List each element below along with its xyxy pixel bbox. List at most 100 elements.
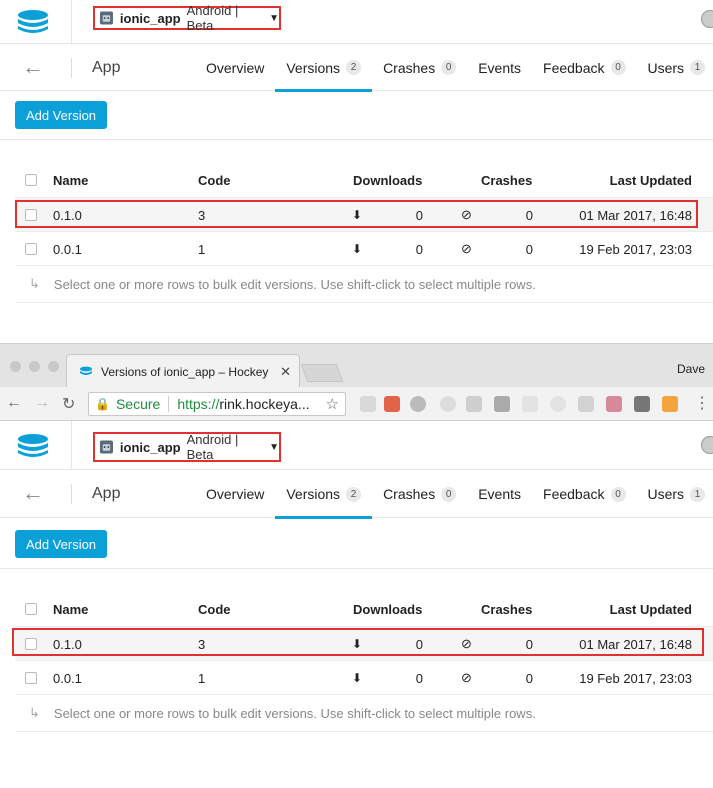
- hockeyapp-logo-icon[interactable]: [16, 433, 50, 459]
- omnibox-divider: [168, 396, 170, 412]
- tab-overview[interactable]: Overview: [195, 470, 275, 518]
- tab-events[interactable]: Events: [467, 470, 532, 518]
- column-header-crashes[interactable]: Crashes: [481, 592, 532, 626]
- row-highlight-box: [15, 200, 698, 228]
- close-tab-icon[interactable]: ✕: [280, 364, 291, 380]
- column-header-last-updated[interactable]: Last Updated: [610, 592, 692, 626]
- extension-icon[interactable]: [466, 396, 482, 412]
- tab-count-badge: 1: [690, 60, 706, 75]
- avatar[interactable]: [701, 10, 713, 28]
- caret-down-icon: ▼: [269, 12, 279, 24]
- extension-icon[interactable]: [440, 396, 456, 412]
- extension-icon[interactable]: [606, 396, 622, 412]
- version-name[interactable]: 0.0.1: [53, 232, 82, 266]
- url-host: rink.hockeya...: [219, 396, 310, 412]
- column-header-last-updated[interactable]: Last Updated: [610, 163, 692, 197]
- back-arrow-icon[interactable]: ←: [22, 480, 44, 506]
- add-version-button[interactable]: Add Version: [15, 530, 107, 558]
- back-icon[interactable]: ←: [6, 394, 22, 412]
- browser-tab-strip: Versions of ionic_app – Hockey ✕ Dave: [0, 343, 713, 388]
- tab-label: Feedback: [543, 486, 605, 502]
- version-name[interactable]: 0.0.1: [53, 661, 82, 695]
- bookmark-star-icon[interactable]: ☆: [326, 395, 339, 413]
- tab-count-badge: 2: [346, 60, 362, 75]
- select-all-checkbox[interactable]: [25, 603, 37, 615]
- tab-label: Users: [647, 486, 685, 502]
- add-version-button[interactable]: Add Version: [15, 101, 107, 129]
- tab-label: Crashes: [383, 59, 436, 76]
- url-scheme: https://: [177, 396, 220, 412]
- table-row[interactable]: 0.0.1 1 ⬇ 0 ⊘ 0 19 Feb 2017, 23:03: [15, 660, 713, 694]
- column-header-name[interactable]: Name: [53, 163, 88, 197]
- version-code: 1: [198, 241, 206, 257]
- tab-bar: Overview Versions 2 Crashes 0 Events Feedb…: [195, 470, 713, 519]
- forward-icon[interactable]: →: [34, 394, 50, 412]
- browser-menu-icon[interactable]: ⋮: [694, 393, 710, 413]
- back-arrow-icon[interactable]: ←: [22, 54, 44, 80]
- tab-events[interactable]: Events: [467, 44, 532, 91]
- avatar[interactable]: [701, 436, 713, 454]
- header-divider: [71, 421, 72, 470]
- row-checkbox[interactable]: [25, 243, 37, 255]
- tab-versions[interactable]: Versions 2: [275, 470, 372, 519]
- column-header-code[interactable]: Code: [198, 592, 231, 626]
- column-header-code[interactable]: Code: [198, 163, 231, 197]
- extension-icon[interactable]: [410, 396, 426, 412]
- app-switcher[interactable]: ionic_app Android | Beta ▼: [93, 432, 281, 462]
- hint-text: Select one or more rows to bulk edit ver…: [53, 276, 536, 292]
- tab-versions[interactable]: Versions 2: [275, 44, 372, 92]
- tab-feedback[interactable]: Feedback 0: [532, 44, 636, 91]
- last-updated: 19 Feb 2017, 23:03: [579, 670, 692, 686]
- new-tab-button[interactable]: [300, 364, 344, 382]
- extension-icon[interactable]: [384, 396, 400, 412]
- hockeyapp-favicon-icon: [80, 366, 92, 375]
- bulk-edit-hint: ↳ Select one or more rows to bulk edit v…: [15, 265, 713, 303]
- tab-users[interactable]: Users 1: [637, 470, 713, 518]
- tab-bar: Overview Versions 2 Crashes 0 Events Feedb…: [195, 44, 713, 92]
- download-icon: ⬇: [352, 242, 363, 256]
- extension-icon[interactable]: [522, 396, 538, 412]
- profile-name[interactable]: Dave: [677, 362, 705, 376]
- download-icon: ⬇: [352, 671, 363, 685]
- tab-crashes[interactable]: Crashes 0: [372, 44, 467, 91]
- version-code: 1: [198, 670, 206, 686]
- tab-overview[interactable]: Overview: [195, 44, 275, 91]
- tab-users[interactable]: Users 1: [637, 44, 713, 91]
- select-all-checkbox[interactable]: [25, 174, 37, 186]
- column-header-name[interactable]: Name: [53, 592, 88, 626]
- column-header-downloads[interactable]: Downloads: [353, 592, 422, 626]
- extension-icon[interactable]: [578, 396, 594, 412]
- crash-count: 0: [525, 670, 533, 686]
- app-name: ionic_app: [119, 10, 181, 26]
- tab-crashes[interactable]: Crashes 0: [372, 470, 467, 518]
- check-circle-icon: ⊘: [461, 241, 472, 256]
- minimize-window-button[interactable]: [29, 361, 40, 372]
- extension-icon[interactable]: [494, 396, 510, 412]
- tab-feedback[interactable]: Feedback 0: [532, 470, 636, 518]
- table-row[interactable]: 0.0.1 1 ⬇ 0 ⊘ 0 19 Feb 2017, 23:03: [15, 231, 713, 265]
- pocket-icon[interactable]: [634, 396, 650, 412]
- hint-text: Select one or more rows to bulk edit ver…: [53, 705, 536, 721]
- maximize-window-button[interactable]: [48, 361, 59, 372]
- section-divider: [0, 139, 713, 140]
- extension-icon[interactable]: [360, 396, 376, 412]
- extension-icon[interactable]: [550, 396, 566, 412]
- header-divider: [71, 0, 72, 44]
- app-header: ionic_app Android | Beta ▼: [0, 0, 713, 44]
- chart-extension-icon[interactable]: [662, 396, 678, 412]
- tab-count-badge: 0: [441, 60, 457, 75]
- column-header-crashes[interactable]: Crashes: [481, 163, 532, 197]
- return-arrow-icon: ↳: [29, 705, 40, 720]
- row-checkbox[interactable]: [25, 672, 37, 684]
- app-switcher[interactable]: ionic_app Android | Beta ▼: [93, 3, 281, 33]
- close-window-button[interactable]: [10, 361, 21, 372]
- sub-navigation: ← App Overview Versions 2 Crashes 0 Events…: [0, 470, 713, 519]
- address-bar[interactable]: 🔒 Secure https:// rink.hockeya... ☆: [88, 392, 346, 416]
- table-header: Name Code Downloads Crashes Last Updated: [15, 592, 713, 626]
- hockeyapp-logo-icon[interactable]: [16, 9, 50, 35]
- column-header-downloads[interactable]: Downloads: [353, 163, 422, 197]
- browser-tab[interactable]: Versions of ionic_app – Hockey ✕: [66, 354, 300, 388]
- tab-count-badge: 0: [441, 486, 457, 502]
- reload-icon[interactable]: ↻: [62, 394, 75, 414]
- download-count: 0: [415, 670, 423, 686]
